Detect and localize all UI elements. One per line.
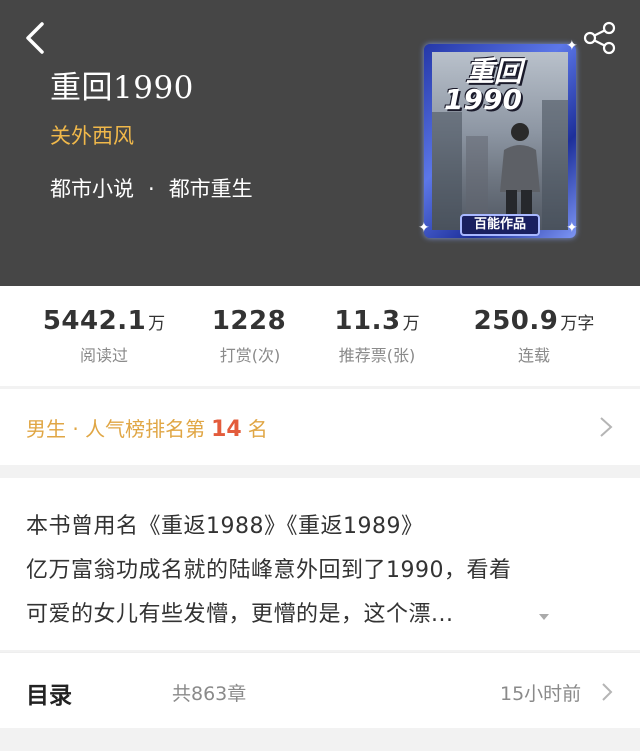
genre-secondary[interactable]: 都市重生 [169,177,253,201]
chapter-count: 共863章 [172,683,247,705]
last-updated: 15小时前 [500,683,582,705]
author-link[interactable]: 关外西风 [50,120,134,150]
stat-recommend-votes[interactable]: 11.3 万 推荐票(张) [325,306,429,366]
cover-art: 重回 1990 [432,52,568,230]
sparkle-icon: ✦ [566,220,578,236]
sparkle-icon: ✦ [418,220,430,236]
chevron-right-icon [600,417,613,437]
description-line: 本书曾用名《重返1988》《重返1989》 [26,514,424,539]
chevron-right-icon [602,683,613,701]
book-description: 本书曾用名《重返1988》《重返1989》 亿万富翁功成名就的陆峰意外回到了19… [0,478,640,650]
genre-tags: 都市小说 · 都市重生 [50,173,253,203]
sparkle-icon: ✦ [566,38,578,54]
genre-separator: · [148,177,155,201]
book-cover[interactable]: 重回 1990 百能作品 ✦ ✦ ✦ [418,38,578,238]
book-header: 重回1990 关外西风 都市小说 · 都市重生 重回 1990 百能作品 ✦ ✦ ✦ [0,0,640,286]
ranking-text: 男生 · 人气榜排名第 14 名 [26,417,268,442]
stat-reads: 5442.1 万 阅读过 [42,306,166,365]
ranking-row[interactable]: 男生 · 人气榜排名第 14 名 [0,389,640,465]
back-arrow-icon[interactable] [18,18,58,58]
toc-title: 目录 [26,683,72,709]
cover-title: 重回 1990 [444,55,523,116]
rank-number: 14 [211,417,242,442]
description-line: 可爱的女儿有些发懵，更懵的是，这个漂... [26,602,454,627]
table-of-contents-row[interactable]: 目录 共863章 15小时前 [0,652,640,728]
expand-arrow-icon[interactable] [538,613,550,621]
stats-bar: 5442.1 万 阅读过 1228 打赏(次) 11.3 万 推荐票(张) 250.… [0,286,640,386]
stat-word-count: 250.9 万字 连载 [473,306,595,365]
cover-badge: 百能作品 [460,214,540,236]
genre-primary[interactable]: 都市小说 [50,177,134,201]
share-icon[interactable] [582,20,618,56]
description-line: 亿万富翁功成名就的陆峰意外回到了1990，看着 [26,558,512,583]
stat-rewards[interactable]: 1228 打赏(次) [198,306,302,366]
cover-figure [500,123,540,220]
book-title: 重回1990 [50,70,194,106]
